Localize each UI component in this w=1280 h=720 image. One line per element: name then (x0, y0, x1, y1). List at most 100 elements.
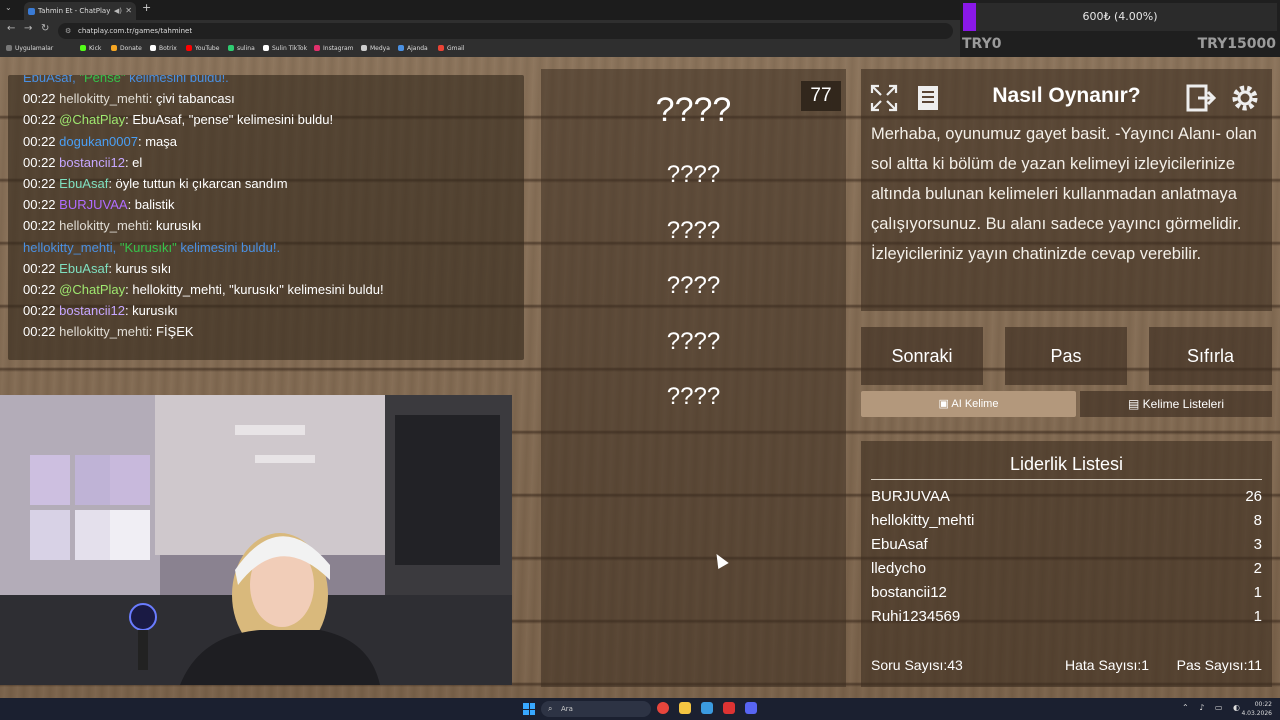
reset-button[interactable]: Sıfırla (1149, 327, 1272, 385)
new-tab-icon[interactable]: + (142, 1, 151, 14)
bookmark-icon (314, 45, 320, 51)
forbidden-word: ???? (666, 161, 721, 188)
chat-system-word: "Kurusıkı" (119, 239, 177, 255)
clock[interactable]: 00:22 4.03.2026 (1241, 700, 1272, 718)
chrome-icon[interactable] (657, 702, 669, 714)
pass-button[interactable]: Pas (1005, 327, 1127, 385)
chat-system-post: kelimesini buldu!. (125, 75, 229, 85)
chat-username[interactable]: hellokitty_mehti (59, 324, 149, 339)
bookmark-icon (80, 45, 86, 51)
chat-text: : öyle tuttun ki çıkarcan sandım (108, 176, 288, 191)
tab-ai-word[interactable]: ▣ AI Kelime (861, 391, 1076, 417)
chat-username[interactable]: bostancii12 (59, 303, 125, 318)
system-tray-icons[interactable]: ⌃ ♪ ▭ ◐ (1182, 703, 1244, 712)
bookmark-item[interactable]: Sulin TikTok (263, 45, 307, 52)
tab-word-lists[interactable]: ▤ Kelime Listeleri (1080, 391, 1272, 417)
chat-text: : kurus sıkı (108, 260, 172, 276)
leaderboard-name: Ruhi1234569 (871, 608, 961, 625)
chat-message: 00:22 bostancii12: el (23, 155, 142, 170)
chat-text: : kurusıkı (124, 303, 178, 319)
word-list-panel: 77 ???????????????????????? (541, 69, 846, 687)
bookmark-label: Kick (89, 45, 102, 52)
discord-icon[interactable] (745, 702, 757, 714)
tab-title: Tahmin Et - ChatPlay (38, 7, 111, 15)
goal-max-label: TRY15000 (1197, 36, 1276, 52)
bookmark-label: Medya (370, 45, 390, 52)
leaderboard-score: 1 (1253, 584, 1262, 601)
chat-text: : FİŞEK (148, 324, 194, 340)
bookmark-item[interactable]: Ajanda (398, 45, 428, 52)
leaderboard-row: bostancii12 1 (871, 584, 1262, 606)
list-icon: ▤ (1127, 397, 1143, 411)
file-explorer-icon[interactable] (679, 702, 691, 714)
next-button[interactable]: Sonraki (861, 327, 983, 385)
chat-time: 00:22 (23, 218, 56, 234)
bookmark-item[interactable]: Medya (361, 45, 390, 52)
webcam-feed (0, 395, 512, 685)
bookmark-icon (111, 45, 117, 51)
settings-gear-icon[interactable] (1230, 83, 1264, 113)
chat-username[interactable]: hellokitty_mehti (59, 91, 149, 106)
close-tab-icon[interactable]: ✕ (125, 2, 132, 20)
chat-username[interactable]: @ChatPlay (59, 282, 125, 297)
bookmark-item[interactable]: YouTube (186, 45, 219, 52)
back-icon[interactable]: ← (7, 23, 15, 34)
chat-time: 00:22 (23, 112, 56, 128)
forbidden-word: ???? (666, 383, 721, 410)
goal-progress-text: 600₺ (4.00%) (1082, 10, 1158, 23)
chat-time: 00:22 (23, 282, 56, 297)
chat-username[interactable]: EbuAsaf (59, 176, 108, 191)
bookmark-label: Sulin TikTok (272, 45, 308, 52)
bookmark-item[interactable]: Gmail (438, 45, 465, 52)
chat-text: : kurusıkı (148, 218, 202, 234)
chat-text: : EbuAsaf, "pense" kelimesini buldu! (125, 112, 334, 128)
ai-icon: ▣ (938, 398, 952, 410)
chat-text: : çivi tabancası (148, 91, 235, 107)
chat-message: 00:22 hellokitty_mehti: FİŞEK (23, 324, 194, 339)
chat-system-message: hellokitty_mehti, "Kurusıkı" kelimesini … (23, 240, 280, 255)
bookmark-item[interactable]: Donate (111, 45, 142, 52)
bookmark-item[interactable]: Uygulamalar (6, 45, 53, 52)
chat-time: 00:22 (23, 303, 56, 319)
bookmark-item[interactable]: Instagram (314, 45, 354, 52)
chat-system-word: "Pense" (79, 75, 126, 85)
tab-search-icon[interactable]: ⌄ (5, 3, 12, 12)
goal-min-label: TRY0 (962, 36, 1002, 52)
chat-message: 00:22 @ChatPlay: EbuAsaf, "pense" kelime… (23, 112, 333, 127)
leaderboard-row: lledycho 2 (871, 560, 1262, 582)
chat-username[interactable]: @ChatPlay (59, 112, 125, 127)
exit-icon[interactable] (1186, 83, 1220, 113)
forward-icon[interactable]: → (24, 23, 32, 34)
chat-username[interactable]: dogukan0007 (59, 134, 138, 149)
browser-tab[interactable]: Tahmin Et - ChatPlay ◀) ✕ (24, 2, 136, 20)
chat-username[interactable]: bostancii12 (59, 155, 125, 170)
bookmark-item[interactable]: sulina (228, 45, 255, 52)
target-word: ???? (655, 91, 732, 129)
speaker-icon[interactable]: ◀) (114, 2, 122, 20)
chat-system-post: kelimesini buldu!. (176, 239, 281, 255)
taskbar-search[interactable]: ⌕ Ara (541, 701, 651, 717)
leaderboard-row: EbuAsaf 3 (871, 536, 1262, 558)
chat-username[interactable]: hellokitty_mehti (59, 218, 149, 233)
chat-username[interactable]: EbuAsaf (59, 261, 108, 276)
app-icon-2[interactable] (723, 702, 735, 714)
favicon-icon (28, 8, 35, 15)
bookmark-label: Donate (120, 45, 142, 52)
reload-icon[interactable]: ↻ (41, 23, 49, 34)
leaderboard-title: Liderlik Listesi (1009, 454, 1124, 474)
bookmark-item[interactable]: Botrix (150, 45, 177, 52)
chat-message: 00:22 dogukan0007: maşa (23, 134, 177, 149)
url-field[interactable]: ⚙ chatplay.com.tr/games/tahminet (58, 23, 953, 39)
windows-start-icon[interactable] (523, 703, 535, 715)
bookmark-item[interactable]: Kick (80, 45, 101, 52)
question-count: Soru Sayısı:43 (871, 657, 963, 673)
chat-username[interactable]: BURJUVAA (59, 197, 127, 212)
tab-word-lists-label: Kelime Listeleri (1142, 397, 1225, 411)
chat-time: 00:22 (23, 133, 56, 149)
bookmark-icon (398, 45, 404, 51)
chat-time: 00:22 (23, 176, 56, 191)
bookmark-icon (361, 45, 367, 51)
app-icon[interactable] (701, 702, 713, 714)
site-info-icon[interactable]: ⚙ (65, 23, 71, 39)
bookmark-label: Ajanda (407, 45, 428, 52)
